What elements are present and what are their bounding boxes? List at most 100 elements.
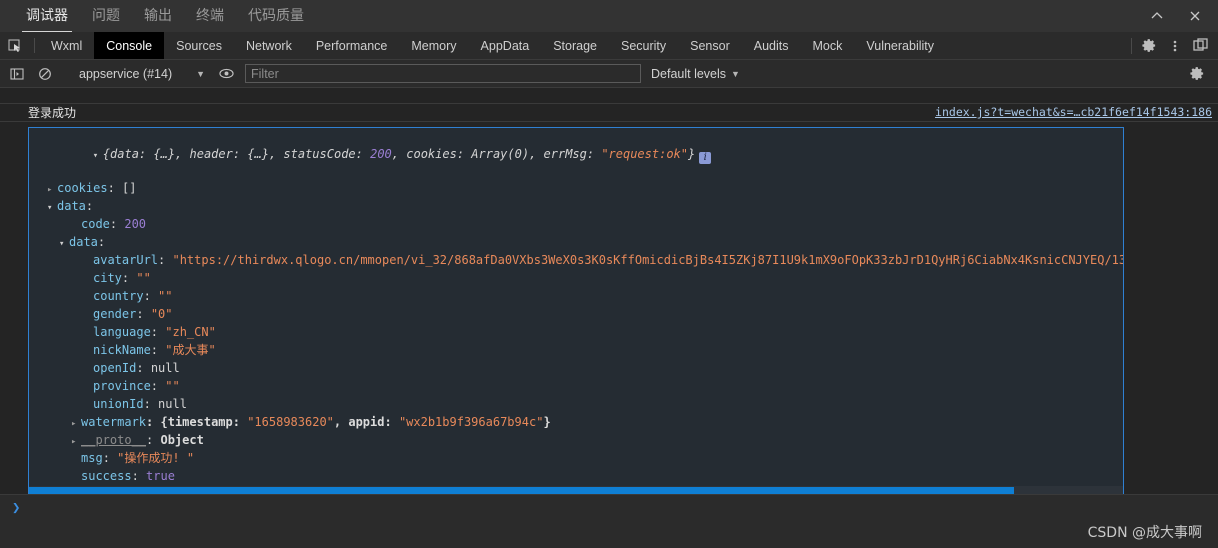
toolbar-divider <box>34 38 35 53</box>
collapse-icon[interactable] <box>1140 1 1174 31</box>
spacer-icon <box>83 362 93 378</box>
object-property-row[interactable]: ▸ __proto__: Object <box>29 432 1123 450</box>
devtools-tab-network[interactable]: Network <box>234 32 304 59</box>
view-tab-0[interactable]: 调试器 <box>14 3 80 32</box>
devtools-tab-audits[interactable]: Audits <box>742 32 801 59</box>
devtools-tab-wxml[interactable]: Wxml <box>39 32 94 59</box>
token: success <box>81 469 132 483</box>
spacer-icon <box>83 380 93 396</box>
object-property-row[interactable]: city: "" <box>29 270 1123 288</box>
close-icon[interactable] <box>1178 1 1212 31</box>
object-property-row[interactable]: gender: "0" <box>29 306 1123 324</box>
dock-window-icon[interactable] <box>1188 33 1214 59</box>
horizontal-scrollbar[interactable] <box>29 486 1123 494</box>
chevron-right-icon[interactable]: ▸ <box>71 434 81 450</box>
window-titlebar: 调试器 问题 输出 终端 代码质量 <box>0 0 1218 32</box>
log-message-text: 登录成功 <box>28 106 77 120</box>
chevron-right-icon[interactable]: ▸ <box>71 416 81 432</box>
scrollbar-thumb[interactable] <box>29 487 1014 494</box>
view-tab-1[interactable]: 问题 <box>80 3 132 32</box>
execution-context-selector[interactable]: appservice (#14) ▼ <box>71 67 211 81</box>
console-prompt-area[interactable]: ❯ CSDN @成大事啊 <box>0 494 1218 548</box>
devtools-tab-sensor[interactable]: Sensor <box>678 32 742 59</box>
console-output[interactable]: sP1h5CvDDsFw64OuRI=", iv: "5jBdd+hEnAxCK… <box>0 88 1218 494</box>
token: null <box>150 361 180 375</box>
chevron-down-icon[interactable]: ▾ <box>47 200 57 216</box>
devtools-tab-performance[interactable]: Performance <box>304 32 400 59</box>
console-entry-object-selected[interactable]: ▾ {data: {…}, header: {…}, statusCode: 20… <box>28 127 1124 494</box>
object-property-row[interactable]: language: "zh_CN" <box>29 324 1123 342</box>
console-sidebar-icon[interactable] <box>4 62 30 86</box>
token: 200 <box>370 147 392 161</box>
view-tab-strip: 调试器 问题 输出 终端 代码质量 <box>0 3 316 32</box>
more-options-icon[interactable] <box>1162 33 1188 59</box>
info-badge-icon[interactable]: i <box>699 152 712 164</box>
console-settings-icon[interactable] <box>1184 62 1210 86</box>
token: "request:ok" <box>601 147 689 161</box>
console-entry-truncated[interactable]: sP1h5CvDDsFw64OuRI=", iv: "5jBdd+hEnAxCK… <box>0 88 1218 104</box>
object-header-row[interactable]: ▾ {data: {…}, header: {…}, statusCode: 20… <box>29 130 1123 180</box>
object-property-row[interactable]: msg: "操作成功! " <box>29 450 1123 468</box>
object-property-row[interactable]: country: "" <box>29 288 1123 306</box>
token: "" <box>136 271 151 285</box>
devtools-tab-console[interactable]: Console <box>94 32 165 59</box>
token: : <box>150 343 166 357</box>
token: , cookies: Array(0), errMsg: <box>391 147 602 161</box>
token: : <box>232 415 248 429</box>
object-property-row[interactable]: code: 200 <box>29 216 1123 234</box>
token: avatarUrl <box>93 253 159 267</box>
devtools-tab-mock[interactable]: Mock <box>801 32 855 59</box>
object-property-row[interactable]: nickName: "成大事" <box>29 342 1123 360</box>
token: : <box>146 433 161 447</box>
devtools-tab-appdata[interactable]: AppData <box>469 32 542 59</box>
token: : <box>102 451 118 465</box>
console-prompt-input[interactable] <box>20 499 1210 517</box>
filter-input[interactable] <box>245 64 641 83</box>
token: : <box>136 307 151 321</box>
token: openId <box>93 361 137 375</box>
object-property-row[interactable]: unionId: null <box>29 396 1123 414</box>
spacer-icon <box>71 452 81 468</box>
object-property-row[interactable]: province: "" <box>29 378 1123 396</box>
settings-gear-icon[interactable] <box>1136 33 1162 59</box>
chevron-right-icon[interactable]: ▸ <box>47 182 57 198</box>
source-link[interactable]: index.js?t=wechat&s=…cb21f6ef14f1543:186 <box>935 105 1212 119</box>
spacer-icon <box>83 398 93 414</box>
inspect-element-icon[interactable] <box>0 32 30 59</box>
prompt-chevron-icon: ❯ <box>12 500 21 516</box>
devtools-tab-storage[interactable]: Storage <box>541 32 609 59</box>
log-levels-label: Default levels <box>651 66 727 81</box>
object-property-row[interactable]: ▾ data: <box>29 198 1123 216</box>
object-property-row[interactable]: ▸ cookies: [] <box>29 180 1123 198</box>
devtools-tab-vulnerability[interactable]: Vulnerability <box>854 32 946 59</box>
object-property-row[interactable]: avatarUrl: "https://thirdwx.qlogo.cn/mmo… <box>29 252 1123 270</box>
spacer-icon <box>83 290 93 306</box>
object-property-row[interactable]: ▾ data: <box>29 234 1123 252</box>
object-property-row[interactable]: ▸ watermark: {timestamp: "1658983620", ap… <box>29 414 1123 432</box>
chevron-down-icon: ▼ <box>731 68 740 79</box>
devtools-tab-sources[interactable]: Sources <box>164 32 234 59</box>
spacer-icon <box>83 308 93 324</box>
devtools-tab-security[interactable]: Security <box>609 32 678 59</box>
token: } <box>543 415 551 429</box>
execution-context-label: appservice (#14) <box>79 66 173 81</box>
log-levels-selector[interactable]: Default levels ▼ <box>643 67 748 81</box>
clear-console-icon[interactable] <box>32 62 58 86</box>
devtools-tab-list: Wxml Console Sources Network Performance Memo… <box>39 32 946 59</box>
token: : <box>143 397 159 411</box>
object-property-rows: ▸ cookies: [] ▾ data: code: 200 ▾ data: avata… <box>29 180 1123 494</box>
view-tab-2[interactable]: 输出 <box>132 3 184 32</box>
token: appid <box>348 415 385 429</box>
console-entry-log[interactable]: 登录成功 index.js?t=wechat&s=…cb21f6ef14f154… <box>0 104 1218 122</box>
token: Object <box>160 433 204 447</box>
object-property-row[interactable]: success: true <box>29 468 1123 486</box>
token: msg <box>81 451 103 465</box>
object-property-row[interactable]: openId: null <box>29 360 1123 378</box>
token: : <box>384 415 399 429</box>
chevron-down-icon[interactable]: ▾ <box>59 236 69 252</box>
chevron-down-icon[interactable]: ▾ <box>93 148 103 164</box>
live-expression-icon[interactable] <box>213 62 239 86</box>
devtools-tab-memory[interactable]: Memory <box>399 32 468 59</box>
view-tab-4[interactable]: 代码质量 <box>236 3 316 32</box>
view-tab-3[interactable]: 终端 <box>184 3 236 32</box>
